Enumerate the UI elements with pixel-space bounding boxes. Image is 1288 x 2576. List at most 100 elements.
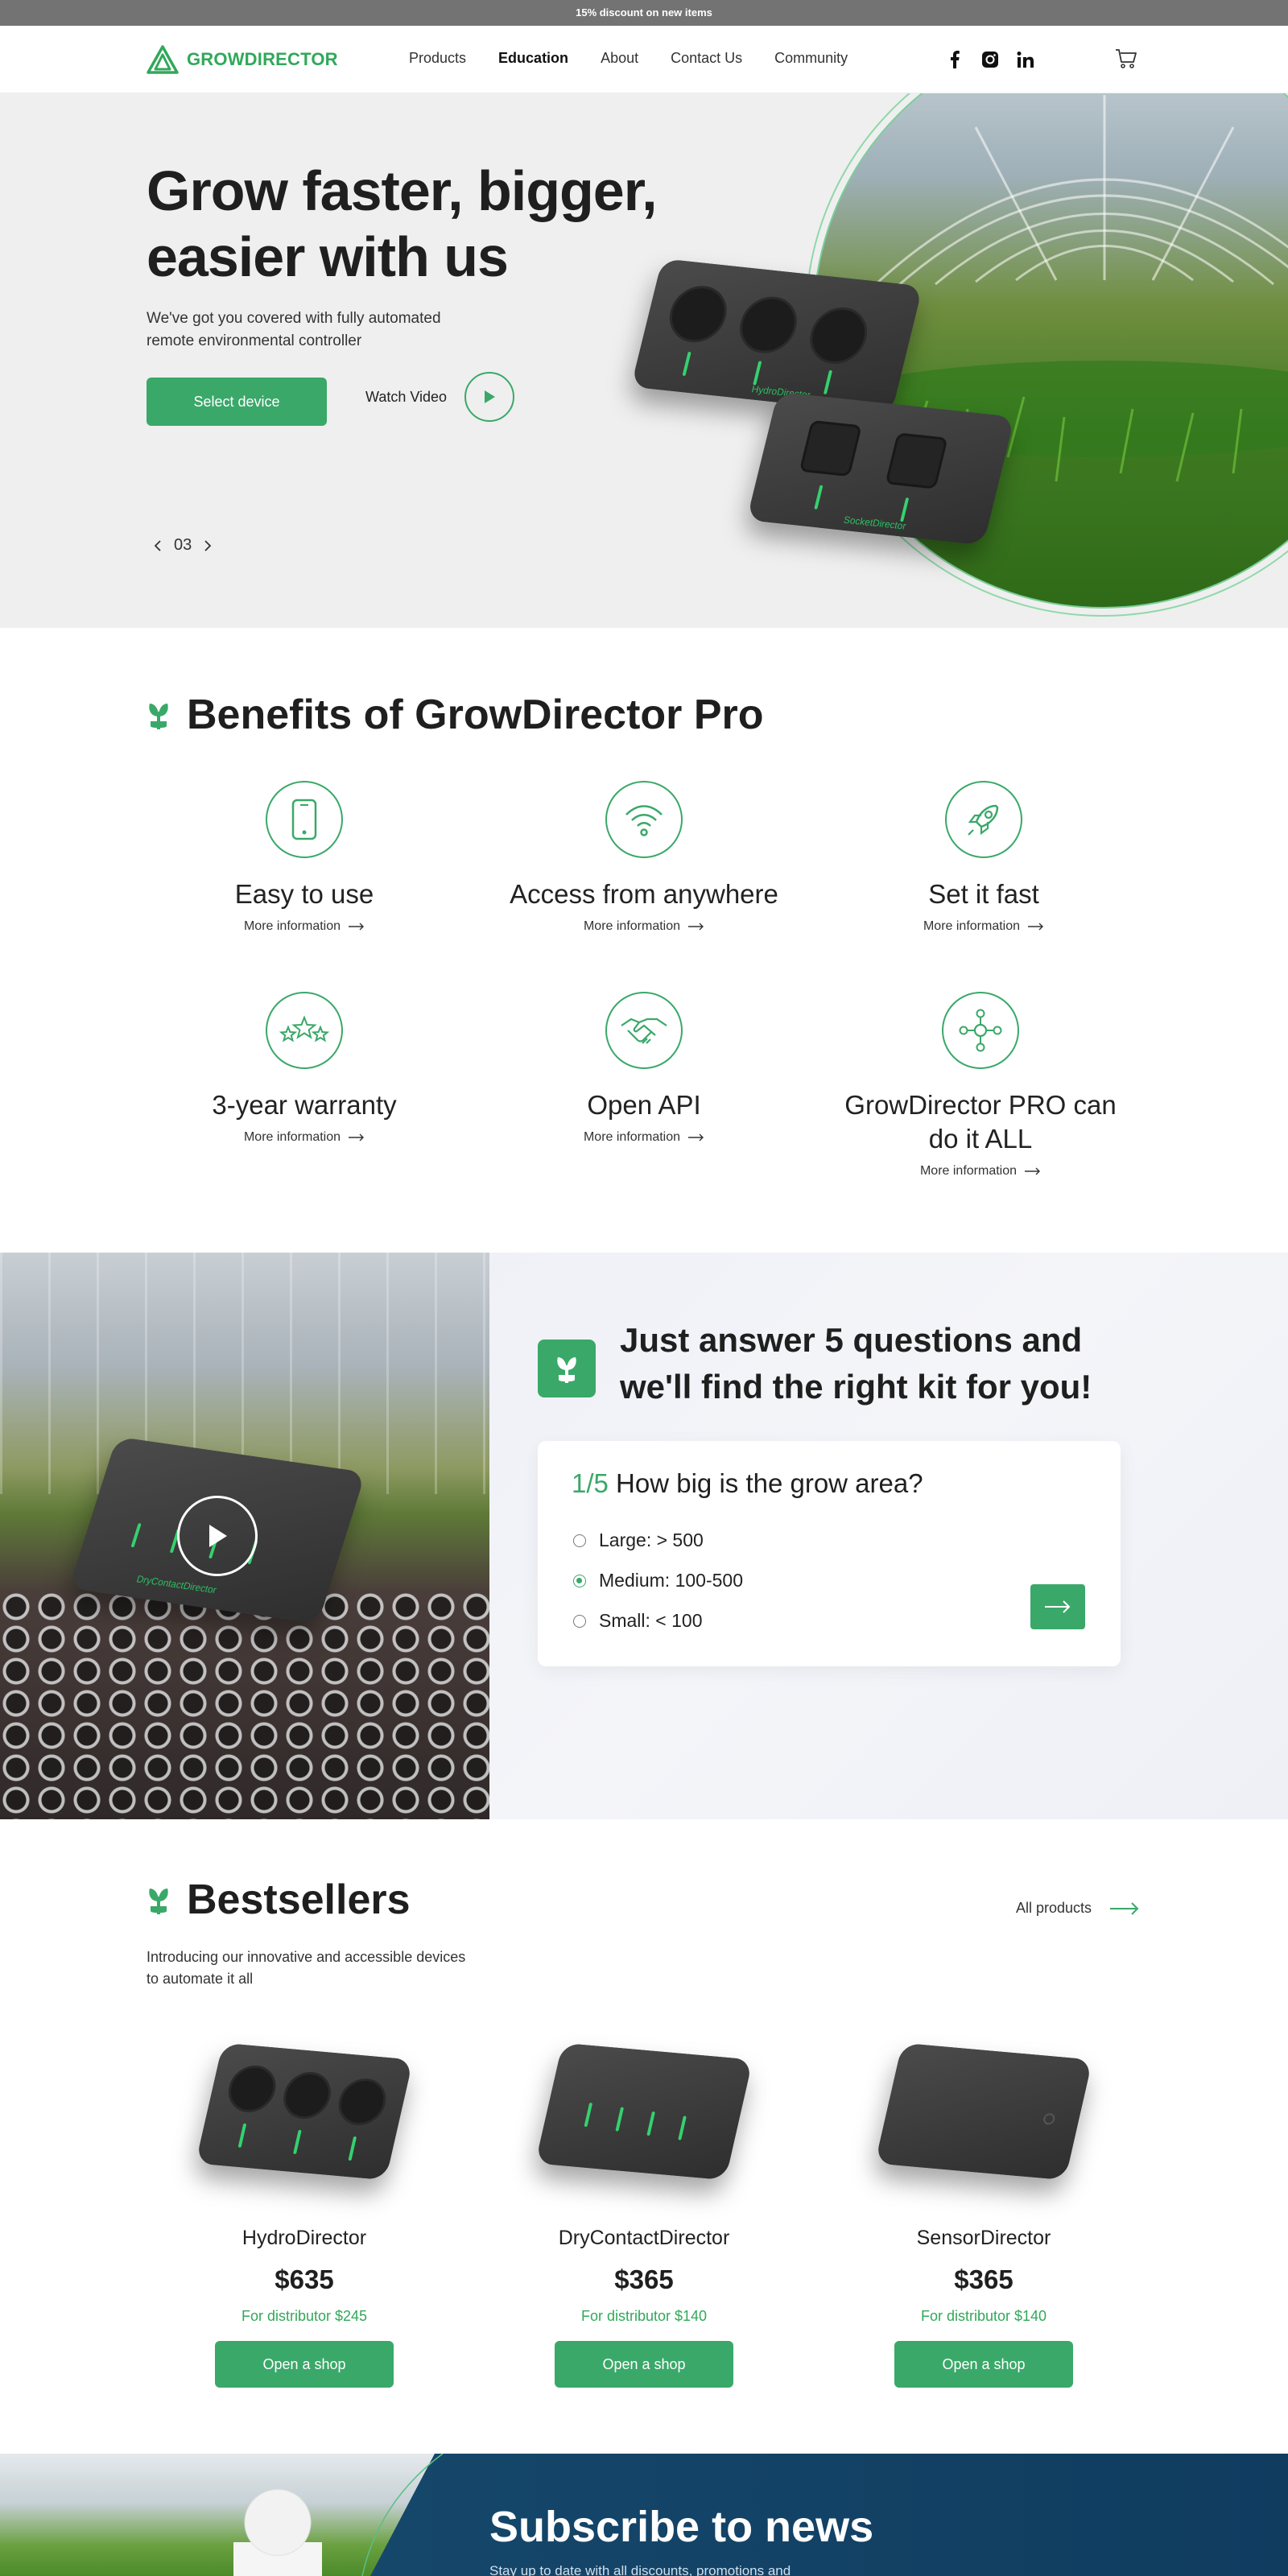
benefit-set-it-fast: Set it fast More information <box>847 781 1121 934</box>
more-information-label: More information <box>923 919 1021 933</box>
greenhouse-video-image: DryContactDirector <box>0 1253 489 1819</box>
more-information-label: More information <box>583 1130 681 1144</box>
radio-icon[interactable] <box>573 1534 586 1547</box>
radio-selected-icon[interactable] <box>573 1574 586 1587</box>
linkedin-icon[interactable] <box>1014 48 1037 71</box>
play-icon[interactable] <box>464 372 515 422</box>
nav-link-community[interactable]: Community <box>774 50 848 67</box>
product-price: $635 <box>275 2264 334 2294</box>
benefit-open-api: Open API More information <box>507 992 781 1145</box>
social-links <box>943 48 1037 71</box>
hero-section: HydroDirector SocketDirector Grow faster… <box>0 93 1288 628</box>
brand-name: GROWDIRECTOR <box>187 49 338 69</box>
more-information-link[interactable]: More information <box>507 1130 781 1145</box>
quiz-title: Just answer 5 questions and we'll find t… <box>620 1321 1092 1406</box>
quiz-option-large[interactable]: Large: > 500 <box>573 1530 704 1551</box>
hero-title: Grow faster, bigger, easier with us <box>147 159 658 288</box>
benefit-easy-to-use: Easy to use More information <box>167 781 441 934</box>
quiz-option-label: Small: < 100 <box>599 1610 703 1631</box>
more-information-link[interactable]: More information <box>507 919 781 934</box>
open-shop-button[interactable]: Open a shop <box>894 2341 1073 2388</box>
handshake-icon <box>605 992 683 1069</box>
product-image <box>167 2035 441 2196</box>
open-shop-button[interactable]: Open a shop <box>555 2341 733 2388</box>
watch-video-label: Watch Video <box>365 388 448 405</box>
radio-icon[interactable] <box>573 1614 586 1628</box>
chevron-left-icon[interactable] <box>153 539 163 552</box>
benefit-title: Set it fast <box>928 879 1039 909</box>
nav-link-contact-us[interactable]: Contact Us <box>671 50 742 67</box>
benefits-title: Benefits of GrowDirector Pro <box>147 691 764 739</box>
quiz-step: 1/5 <box>572 1468 609 1498</box>
logo[interactable]: GROWDIRECTOR <box>147 43 338 76</box>
benefit-title: 3-year warranty <box>212 1090 397 1120</box>
curve-decoration <box>361 2454 444 2576</box>
watch-video-button[interactable]: Watch Video <box>365 372 515 422</box>
quiz-question-text: How big is the grow area? <box>616 1468 923 1498</box>
benefit-title: Open API <box>587 1090 701 1120</box>
stars-icon <box>266 992 343 1069</box>
more-information-label: More information <box>919 1164 1018 1178</box>
benefit-3-year-warranty: 3-year warranty More information <box>167 992 441 1145</box>
bestsellers-title-text: Bestsellers <box>187 1876 411 1923</box>
arrow-right-icon <box>349 1133 365 1141</box>
product-image <box>847 2035 1121 2196</box>
subscribe-title: Subscribe to news <box>489 2503 874 2551</box>
arrow-right-icon <box>349 923 365 931</box>
bestsellers-title: Bestsellers <box>147 1876 411 1924</box>
more-information-link[interactable]: More information <box>167 919 441 934</box>
phone-icon <box>266 781 343 858</box>
subscribe-section: Subscribe to news Stay up to date with a… <box>0 2454 1288 2576</box>
product-name: SensorDirector <box>916 2227 1051 2249</box>
quiz-option-label: Medium: 100-500 <box>599 1570 743 1591</box>
all-products-label: All products <box>1016 1900 1092 1916</box>
all-products-link[interactable]: All products <box>1016 1900 1140 1917</box>
socketdirector-device-image: SocketDirector <box>746 391 1015 546</box>
nav-link-about[interactable]: About <box>601 50 638 67</box>
chevron-right-icon[interactable] <box>203 539 213 552</box>
distributor-price: For distributor $140 <box>580 2308 708 2324</box>
open-shop-button[interactable]: Open a shop <box>215 2341 394 2388</box>
nav-link-products[interactable]: Products <box>409 50 466 67</box>
product-price: $365 <box>954 2264 1013 2294</box>
sprout-icon <box>149 704 168 729</box>
bestsellers-subtitle: Introducing our innovative and accessibl… <box>147 1949 466 1987</box>
more-information-link[interactable]: More information <box>167 1130 441 1145</box>
product-price: $365 <box>614 2264 674 2294</box>
quiz-question: 1/5 How big is the grow area? <box>572 1468 923 1499</box>
facebook-icon[interactable] <box>943 48 966 71</box>
more-information-label: More information <box>243 1130 341 1144</box>
instagram-icon[interactable] <box>979 48 1001 71</box>
sprout-icon <box>149 1889 168 1914</box>
logo-icon <box>147 45 179 74</box>
product-name: DryContactDirector <box>558 2227 730 2249</box>
quiz-option-small[interactable]: Small: < 100 <box>573 1610 703 1632</box>
product-card: SensorDirector $365 For distributor $140… <box>847 2035 1121 2388</box>
quiz-header: Just answer 5 questions and we'll find t… <box>538 1317 1135 1410</box>
arrow-right-icon <box>1110 1901 1139 1915</box>
sprout-badge-icon <box>538 1340 596 1397</box>
wifi-icon <box>605 781 683 858</box>
product-card: DryContactDirector $365 For distributor … <box>507 2035 781 2388</box>
main-nav: GROWDIRECTOR Products Education About Co… <box>0 26 1288 93</box>
more-information-link[interactable]: More information <box>844 1164 1117 1179</box>
arrow-right-icon <box>1028 923 1044 931</box>
subscribe-subtitle: Stay up to date with all discounts, prom… <box>489 2563 791 2576</box>
rocket-icon <box>945 781 1022 858</box>
network-icon <box>942 992 1019 1069</box>
quiz-next-button[interactable] <box>1030 1584 1085 1629</box>
nav-link-education[interactable]: Education <box>498 50 568 67</box>
slide-pager: 03 <box>153 536 213 555</box>
announcement-bar: 15% discount on new items <box>0 0 1288 26</box>
select-device-button[interactable]: Select device <box>147 378 327 426</box>
cart-icon[interactable] <box>1114 47 1138 71</box>
benefit-access-from-anywhere: Access from anywhere More information <box>507 781 781 934</box>
announcement-text: 15% discount on new items <box>576 6 712 19</box>
more-information-link[interactable]: More information <box>847 919 1121 934</box>
quiz-option-medium[interactable]: Medium: 100-500 <box>573 1570 743 1591</box>
distributor-price: For distributor $245 <box>241 2308 368 2324</box>
play-video-icon[interactable] <box>177 1496 258 1576</box>
arrow-right-icon <box>688 923 704 931</box>
hero-subtitle: We've got you covered with fully automat… <box>147 310 441 349</box>
benefit-title: Access from anywhere <box>510 879 778 909</box>
